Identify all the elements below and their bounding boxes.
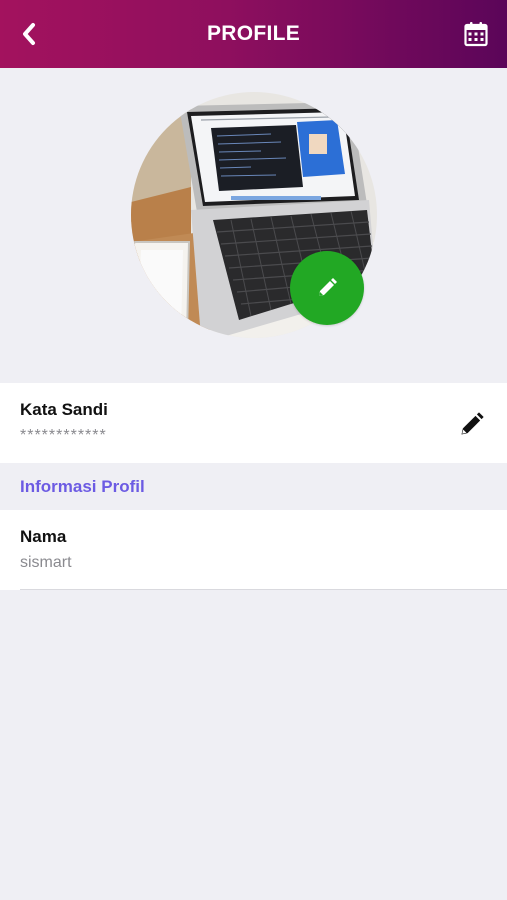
chevron-left-icon xyxy=(23,23,35,45)
avatar-section xyxy=(0,68,507,383)
pencil-icon xyxy=(319,278,337,296)
edit-photo-button[interactable] xyxy=(290,251,364,325)
password-value: ************ xyxy=(20,427,107,444)
pencil-icon xyxy=(461,412,484,435)
password-label: Kata Sandi xyxy=(20,400,108,419)
top-app-bar: PROFILE xyxy=(0,0,507,68)
page-title: PROFILE xyxy=(206,22,301,45)
calendar-icon xyxy=(464,22,488,47)
password-row: Kata Sandi ************ xyxy=(0,383,507,463)
section-title: Informasi Profil xyxy=(20,477,145,496)
name-value: sismart xyxy=(20,554,72,571)
row-divider xyxy=(20,589,507,590)
calendar-button[interactable] xyxy=(459,17,493,51)
back-button[interactable] xyxy=(12,17,46,51)
edit-password-button[interactable] xyxy=(457,409,487,439)
section-header: Informasi Profil xyxy=(0,463,507,510)
name-label: Nama xyxy=(20,527,67,546)
name-row: Nama sismart xyxy=(0,510,507,590)
